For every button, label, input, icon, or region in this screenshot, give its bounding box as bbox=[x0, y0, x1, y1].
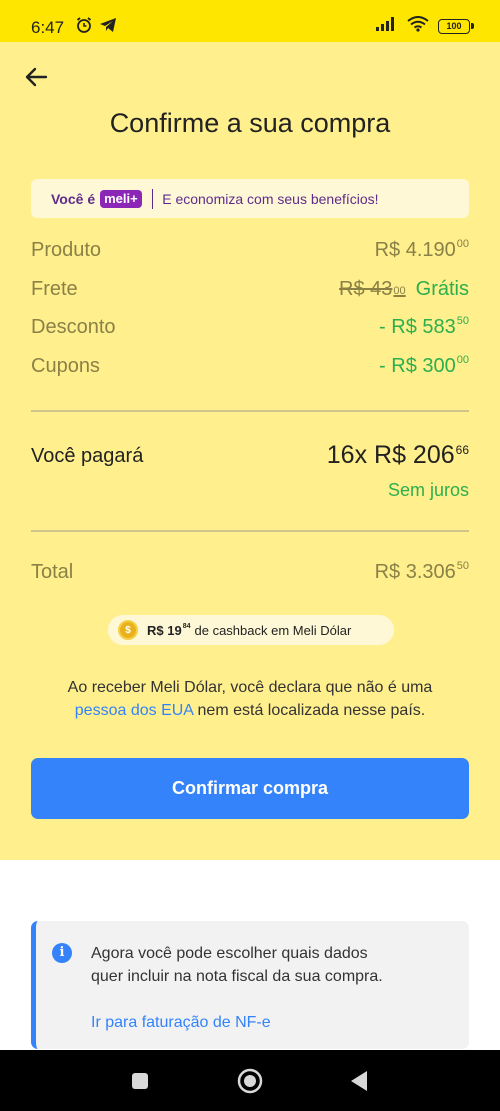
telegram-icon bbox=[99, 17, 117, 38]
frete-old-price: R$ 4300 bbox=[339, 278, 406, 301]
disclaimer-text-after: nem está localizada nesse país. bbox=[197, 702, 426, 719]
summary-row-produto: Produto R$ 4.190 00 bbox=[31, 238, 469, 269]
home-circle-icon bbox=[237, 1068, 263, 1094]
cashback-cents: 84 bbox=[182, 622, 191, 630]
status-icons-right: 100 bbox=[376, 16, 474, 37]
summary-row-total: Total R$ 3.306 50 bbox=[31, 560, 469, 591]
cashback-amount-value: R$ 19 bbox=[147, 622, 182, 638]
page-title: Confirme a sua compra bbox=[109, 108, 391, 138]
meli-plus-badge: meli+ bbox=[100, 189, 142, 208]
produto-value: R$ 4.190 00 bbox=[374, 238, 469, 262]
cupons-amount: - R$ 300 bbox=[379, 355, 456, 377]
divider bbox=[31, 410, 469, 412]
wifi-icon bbox=[407, 16, 429, 37]
cashback-text: de cashback em Meli Dólar bbox=[194, 622, 352, 638]
banner-divider bbox=[151, 188, 154, 209]
status-icons-left bbox=[75, 16, 117, 39]
meli-dollar-coin-icon: $ bbox=[118, 620, 138, 640]
recents-button[interactable] bbox=[131, 1072, 149, 1095]
frete-free-label: Grátis bbox=[415, 278, 469, 300]
signal-icon bbox=[376, 17, 398, 36]
total-cents: 50 bbox=[456, 560, 469, 572]
cupons-value: - R$ 300 00 bbox=[379, 354, 469, 378]
disclaimer-text-before: Ao receber Meli Dólar, você declara que … bbox=[67, 679, 433, 696]
desconto-amount: - R$ 583 bbox=[379, 316, 456, 338]
desconto-label: Desconto bbox=[31, 316, 116, 338]
cashback-pill: $ R$ 19 84 de cashback em Meli Dólar bbox=[108, 615, 394, 645]
nfe-info-card: i Agora você pode escolher quais dados q… bbox=[31, 921, 469, 1049]
meli-banner-message: E economiza com seus benefícios! bbox=[162, 190, 379, 207]
confirm-purchase-button[interactable]: Confirmar compra bbox=[31, 758, 469, 819]
interest-free-label: Sem juros bbox=[387, 480, 469, 500]
cupons-label: Cupons bbox=[31, 355, 100, 377]
payment-installments: 16x R$ 206 66 bbox=[327, 441, 469, 470]
summary-row-cupons: Cupons - R$ 300 00 bbox=[31, 354, 469, 385]
cashback-amount: R$ 19 84 bbox=[147, 623, 191, 638]
total-amount: R$ 3.306 bbox=[374, 561, 456, 583]
square-icon bbox=[132, 1073, 148, 1089]
status-bar: 6:47 100 bbox=[0, 0, 500, 42]
nfe-info-text: Agora você pode escolher quais dados que… bbox=[91, 945, 383, 985]
divider bbox=[31, 530, 469, 532]
us-person-link[interactable]: pessoa dos EUA bbox=[75, 702, 193, 719]
payment-label: Você pagará bbox=[31, 445, 144, 467]
total-label: Total bbox=[31, 561, 74, 583]
meli-plus-banner: Você é meli+ E economiza com seus benefí… bbox=[31, 179, 469, 218]
frete-old-cents: 00 bbox=[393, 285, 406, 297]
produto-amount: R$ 4.190 bbox=[374, 239, 456, 261]
back-arrow-icon bbox=[25, 67, 48, 87]
system-nav-bar bbox=[0, 1050, 500, 1111]
summary-row-desconto: Desconto - R$ 583 50 bbox=[31, 315, 469, 346]
meli-dollar-disclaimer: Ao receber Meli Dólar, você declara que … bbox=[30, 676, 470, 722]
nfe-billing-link[interactable]: Ir para faturação de NF-e bbox=[91, 1014, 271, 1032]
battery-icon: 100 bbox=[438, 19, 474, 34]
meli-banner-prefix: Você é bbox=[51, 190, 96, 207]
cupons-cents: 00 bbox=[456, 354, 469, 366]
desconto-cents: 50 bbox=[456, 315, 469, 327]
produto-cents: 00 bbox=[456, 238, 469, 250]
triangle-back-icon bbox=[351, 1071, 367, 1091]
produto-label: Produto bbox=[31, 239, 102, 261]
back-nav-button[interactable] bbox=[350, 1070, 368, 1097]
alarm-icon bbox=[75, 16, 93, 39]
frete-value: R$ 4300 Grátis bbox=[339, 278, 469, 301]
installments-cents: 66 bbox=[455, 443, 469, 457]
summary-row-frete: Frete R$ 4300 Grátis bbox=[31, 278, 469, 308]
info-icon: i bbox=[52, 943, 72, 963]
home-button[interactable] bbox=[237, 1068, 263, 1099]
frete-label: Frete bbox=[31, 278, 78, 300]
installments-amount: 16x R$ 206 bbox=[326, 441, 455, 469]
frete-old-amount: R$ 43 bbox=[339, 278, 393, 300]
back-button[interactable] bbox=[22, 62, 52, 92]
total-value: R$ 3.306 50 bbox=[374, 560, 469, 584]
desconto-value: - R$ 583 50 bbox=[379, 315, 469, 339]
status-time: 6:47 bbox=[31, 18, 65, 37]
